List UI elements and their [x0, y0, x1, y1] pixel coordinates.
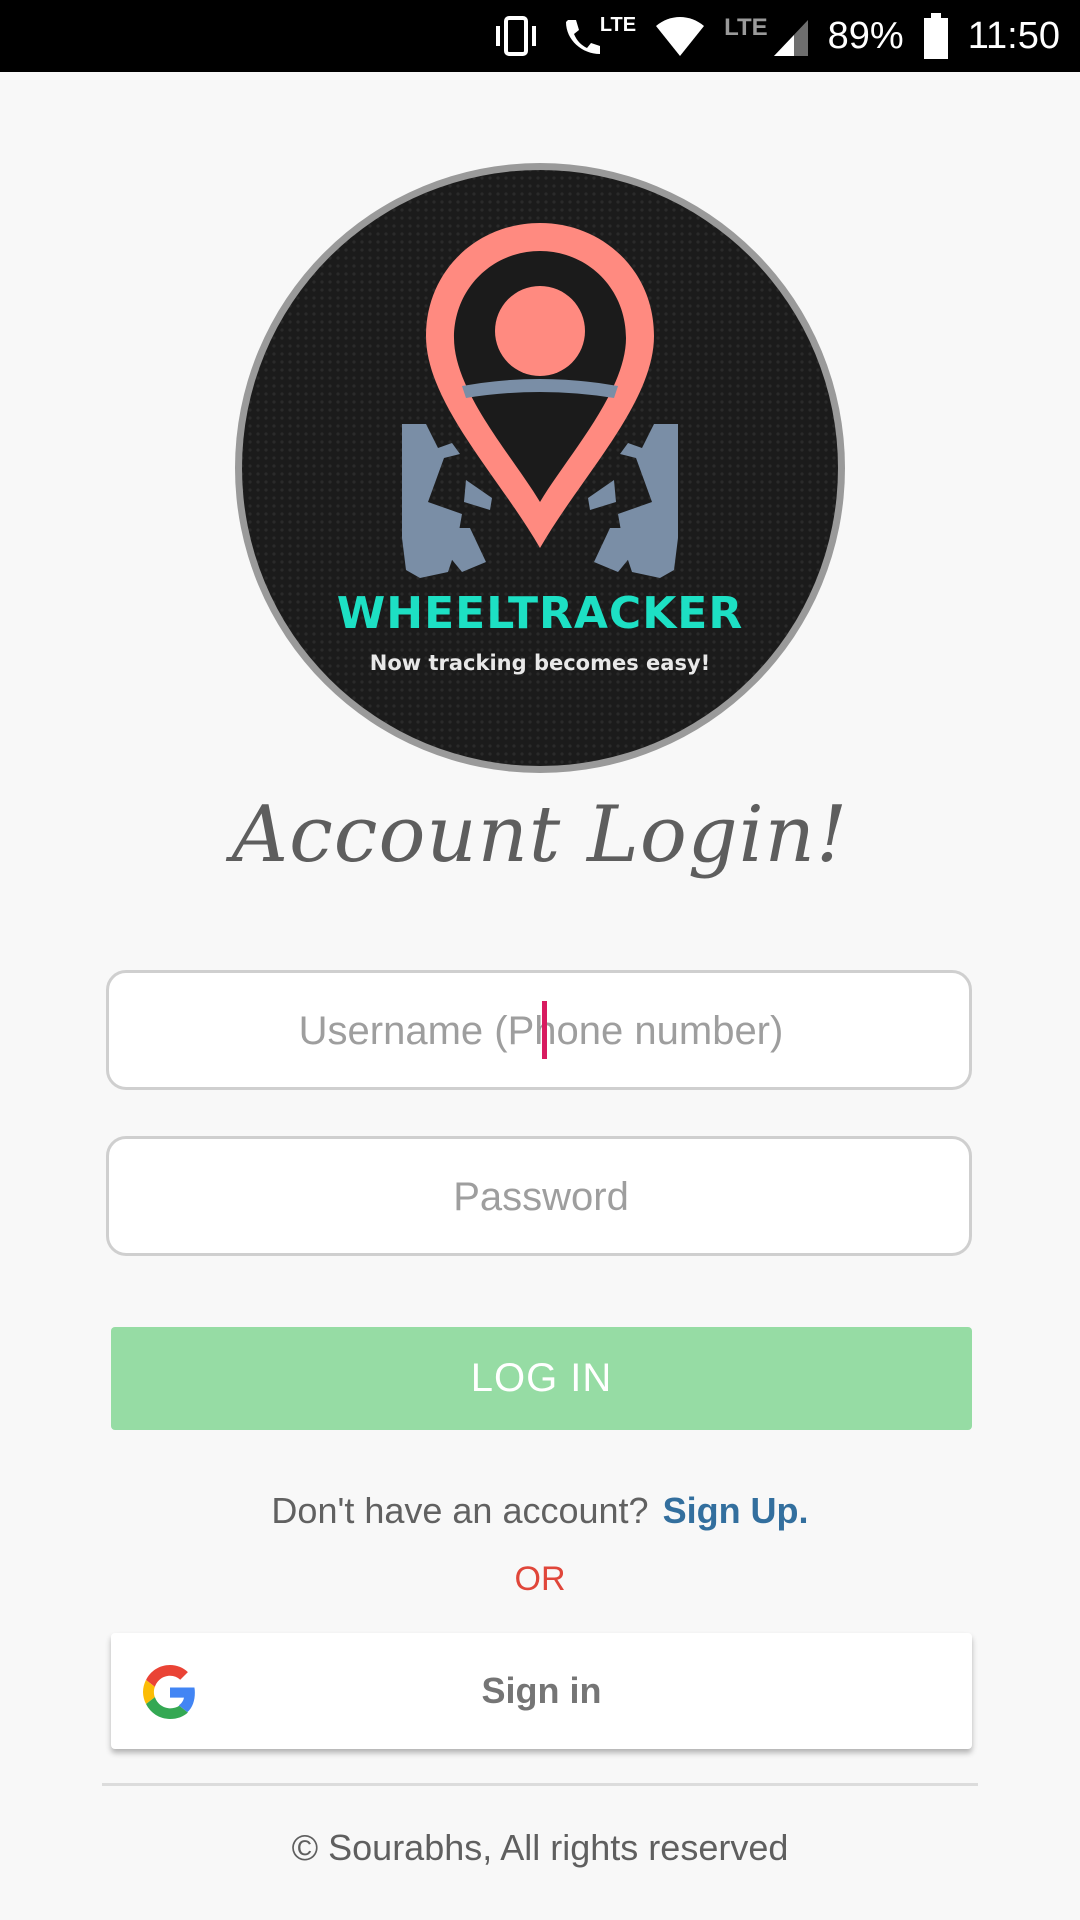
call-lte-text: LTE: [599, 14, 637, 36]
status-bar: LTE LTE 89% 11:50: [0, 0, 1080, 72]
vibrate-icon: [495, 16, 536, 56]
call-lte-icon: [565, 20, 600, 54]
clock: 11:50: [967, 14, 1060, 57]
login-button[interactable]: LOG IN: [111, 1327, 972, 1430]
google-signin-button[interactable]: Sign in: [111, 1633, 972, 1749]
password-input[interactable]: [109, 1139, 973, 1255]
page-title: Account Login!: [231, 790, 849, 880]
brand-tagline: Now tracking becomes easy!: [370, 651, 710, 675]
google-signin-label: Sign in: [481, 1670, 602, 1711]
username-input[interactable]: [109, 973, 973, 1089]
signal-icon: [773, 20, 808, 56]
signup-row: Don't have an account? Sign Up.: [0, 1490, 1080, 1532]
app-logo: WHEELTRACKER Now tracking becomes easy!: [230, 158, 850, 778]
wifi-icon: [656, 17, 705, 56]
status-icons: LTE LTE 89% 11:50: [490, 0, 1060, 72]
google-g-icon: [143, 1665, 195, 1719]
battery-percent: 89%: [827, 14, 904, 57]
or-separator: OR: [514, 1560, 566, 1598]
call-lte-group: LTE: [560, 14, 636, 58]
footer-divider: [102, 1783, 978, 1786]
signup-prompt: Don't have an account?: [271, 1490, 649, 1531]
signup-link[interactable]: Sign Up.: [663, 1490, 809, 1531]
signal-lte-text: LTE: [724, 14, 768, 41]
footer-copyright: © Sourabhs, All rights reserved: [291, 1827, 789, 1868]
username-field[interactable]: [106, 970, 973, 1090]
battery-icon: [923, 13, 948, 59]
password-field[interactable]: [106, 1136, 973, 1256]
text-caret: [542, 1001, 547, 1059]
brand-name: WHEELTRACKER: [337, 588, 744, 639]
signal-group: LTE: [724, 14, 810, 58]
